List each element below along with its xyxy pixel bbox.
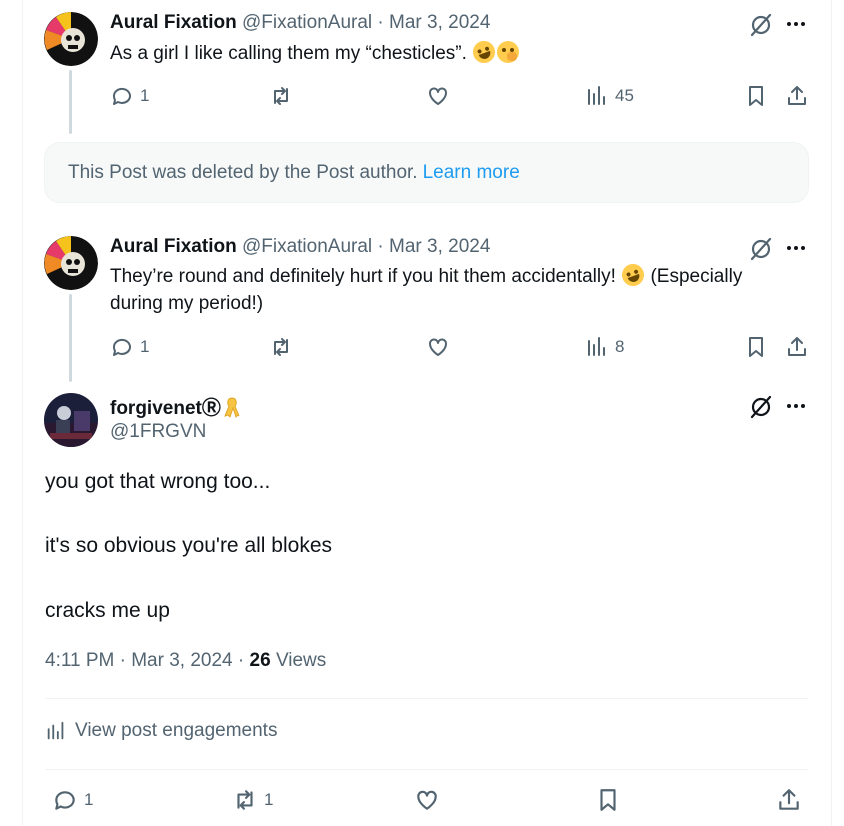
author-name[interactable]: Aural Fixation — [110, 236, 237, 257]
author-name[interactable]: Aural Fixation — [110, 12, 237, 33]
views-count: 26 — [249, 650, 271, 671]
post-timestamp[interactable]: 4:11 PM · Mar 3, 2024 · — [45, 650, 244, 671]
author-handle[interactable]: @FixationAural — [242, 236, 372, 257]
more-icon[interactable] — [787, 246, 805, 250]
post-text: They’re round and definitely hurt if you… — [110, 260, 814, 317]
deleted-notice-text: This Post was deleted by the Post author… — [68, 161, 418, 183]
reply-count: 1 — [84, 790, 94, 809]
repost-button[interactable] — [269, 84, 293, 108]
repost-icon — [274, 338, 288, 356]
repost-button[interactable] — [269, 335, 293, 359]
post-meta: 4:11 PM · Mar 3, 2024 · 26 Views — [45, 650, 326, 672]
divider — [45, 698, 808, 699]
divider — [45, 769, 808, 770]
repost-icon — [237, 790, 253, 810]
avatar[interactable] — [44, 12, 98, 66]
grok-icon[interactable] — [748, 12, 774, 38]
post-text-line: you got that wrong too... — [45, 470, 271, 493]
bookmark-icon — [749, 337, 763, 357]
post-date[interactable]: · Mar 3, 2024 — [377, 12, 490, 33]
grok-icon[interactable] — [748, 394, 774, 420]
view-engagements-link[interactable]: View post engagements — [45, 720, 277, 742]
repost-icon — [274, 87, 288, 105]
views-label: Views — [275, 650, 327, 671]
like-button[interactable] — [426, 84, 450, 108]
like-button[interactable] — [426, 335, 450, 359]
engagements-label: View post engagements — [75, 720, 278, 741]
share-button[interactable] — [776, 787, 802, 813]
like-icon — [429, 338, 447, 356]
views-icon — [588, 86, 605, 105]
post-text-line: it's so obvious you're all blokes — [45, 534, 332, 557]
view-count: 8 — [615, 337, 625, 356]
share-icon — [779, 789, 799, 810]
post-text-line: cracks me up — [45, 599, 170, 622]
action-bar: 1 45 — [0, 84, 844, 110]
share-icon — [788, 337, 806, 356]
author-handle[interactable]: @1FRGVN — [110, 421, 206, 443]
deleted-post-notice: This Post was deleted by the Post author… — [44, 142, 809, 203]
ribbon-icon — [223, 396, 240, 418]
reply-count: 1 — [140, 86, 150, 105]
share-button[interactable] — [785, 84, 809, 108]
learn-more-link[interactable]: Learn more — [423, 162, 520, 184]
repost-button[interactable]: 1 — [232, 787, 273, 813]
views-button[interactable]: 45 — [585, 84, 634, 108]
post-date[interactable]: · Mar 3, 2024 — [377, 236, 490, 257]
main-action-bar: 1 1 — [0, 787, 844, 813]
laughing-emoji-icon — [619, 260, 648, 290]
author-handle[interactable]: @FixationAural — [242, 12, 372, 33]
share-button[interactable] — [785, 335, 809, 359]
bookmark-icon — [600, 789, 616, 811]
reply-button[interactable]: 1 — [52, 787, 93, 813]
bookmark-button[interactable] — [744, 84, 768, 108]
reply-button[interactable]: 1 — [110, 335, 149, 359]
reply-icon — [112, 87, 131, 105]
views-button[interactable]: 8 — [585, 335, 624, 359]
bookmark-button[interactable] — [744, 335, 768, 359]
bookmark-icon — [749, 86, 763, 106]
views-icon — [47, 721, 64, 740]
hand-over-mouth-emoji-icon — [497, 41, 520, 63]
bookmark-button[interactable] — [595, 787, 621, 813]
more-icon[interactable] — [787, 404, 805, 408]
avatar[interactable] — [44, 393, 98, 447]
view-count: 45 — [615, 86, 634, 105]
reply-count: 1 — [140, 337, 150, 356]
action-bar: 1 8 — [0, 335, 844, 361]
grok-icon[interactable] — [748, 236, 774, 262]
avatar[interactable] — [44, 236, 98, 290]
author-name-row[interactable]: forgivenetⓇ — [110, 393, 240, 420]
like-icon — [429, 87, 447, 105]
reply-icon — [55, 791, 75, 810]
reply-button[interactable]: 1 — [110, 84, 149, 108]
post-header: Aural Fixation @FixationAural · Mar 3, 2… — [110, 235, 490, 259]
post-header: Aural Fixation @FixationAural · Mar 3, 2… — [110, 11, 490, 35]
more-icon[interactable] — [787, 22, 805, 26]
share-icon — [788, 86, 806, 105]
reply-icon — [112, 338, 131, 356]
post-text: As a girl I like calling them my “chesti… — [110, 37, 814, 67]
views-icon — [588, 337, 605, 356]
author-name[interactable]: forgivenetⓇ — [110, 393, 221, 420]
like-button[interactable] — [414, 787, 440, 813]
laughing-emoji-icon — [470, 37, 499, 67]
repost-count: 1 — [264, 790, 274, 809]
like-icon — [417, 790, 437, 810]
